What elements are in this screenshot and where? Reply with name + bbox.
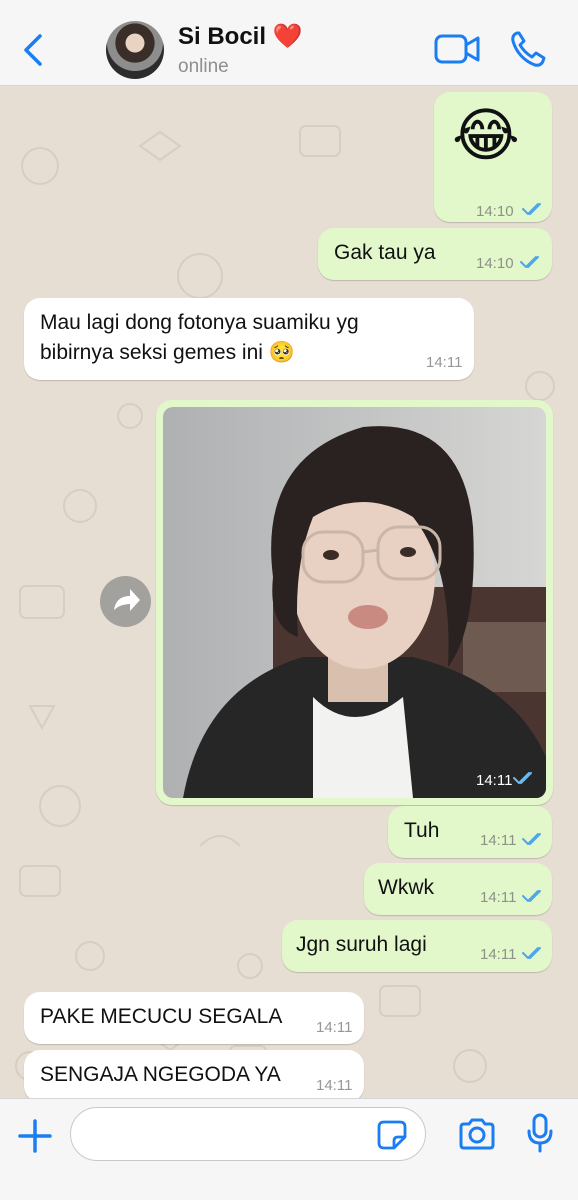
avatar[interactable] [106,21,164,79]
message-text: 😂 [452,103,520,168]
double-check-icon [520,256,539,268]
message-bubble-incoming[interactable]: PAKE MECUCU SEGALA 14:11 [24,992,364,1044]
selfie-photo [163,407,546,798]
double-check-icon [522,890,541,902]
message-bubble-outgoing[interactable]: Jgn suruh lagi 14:11 [282,920,552,972]
message-bubble-incoming[interactable]: SENGAJA NGEGODA YA 14:11 [24,1050,364,1098]
message-input[interactable] [70,1107,426,1161]
chevron-left-icon [24,34,42,66]
message-bubble-outgoing[interactable]: 😂 14:10 [434,92,552,222]
photo-message-bubble[interactable]: 14:11 [156,400,553,805]
contact-name-text: Si Bocil [178,23,267,50]
message-text: Tuh [404,819,440,842]
message-text: Jgn suruh lagi [296,933,427,956]
double-check-icon [522,833,541,845]
double-check-icon [522,203,541,215]
plus-icon [18,1119,52,1153]
message-time: 14:11 [316,1019,353,1036]
message-time: 14:10 [476,203,514,220]
chat-header: Si Bocil ❤️ online [0,0,578,86]
forward-arrow-icon [114,589,140,611]
message-time: 14:11 [480,889,517,906]
video-call-button[interactable] [434,32,480,66]
video-camera-icon [434,34,480,64]
message-time: 14:11 [316,1077,353,1094]
forward-button[interactable] [100,576,151,627]
shared-photo[interactable] [163,407,546,798]
attach-button[interactable] [16,1117,54,1155]
message-input-bar [0,1098,578,1200]
message-bubble-outgoing[interactable]: Tuh 14:11 [388,806,552,858]
message-time: 14:11 [480,946,517,963]
double-check-icon [522,947,541,959]
microphone-icon [527,1113,553,1153]
message-text-line-1: Mau lagi dong fotonya suamiku yg [40,311,359,334]
message-bubble-outgoing[interactable]: Wkwk 14:11 [364,863,552,915]
voice-message-button[interactable] [526,1113,554,1153]
message-text: Gak tau ya [334,241,436,264]
contact-status: online [178,56,229,77]
message-time: 14:10 [476,255,514,272]
voice-call-button[interactable] [510,30,546,68]
double-check-icon [513,772,532,784]
sticker-icon [377,1120,407,1150]
camera-button[interactable] [458,1117,496,1151]
back-button[interactable] [18,30,50,70]
message-text: Wkwk [378,876,434,899]
phone-icon [511,31,546,67]
heart-emoji: ❤️ [272,23,303,50]
message-text: SENGAJA NGEGODA YA [40,1063,281,1086]
message-text-line-2: bibirnya seksi gemes ini 🥺 [40,341,295,364]
message-text: PAKE MECUCU SEGALA [40,1005,283,1028]
camera-icon [459,1118,495,1150]
message-time: 14:11 [480,832,517,849]
message-time: 14:11 [476,772,513,789]
message-bubble-outgoing[interactable]: Gak tau ya 14:10 [318,228,552,280]
chat-area[interactable]: 😂 14:10 Gak tau ya 14:10 Mau lagi dong f… [0,86,578,1098]
sticker-button[interactable] [376,1119,408,1151]
message-bubble-incoming[interactable]: Mau lagi dong fotonya suamiku yg bibirny… [24,298,474,380]
message-time: 14:11 [426,354,463,371]
contact-name[interactable]: Si Bocil ❤️ [178,22,303,51]
